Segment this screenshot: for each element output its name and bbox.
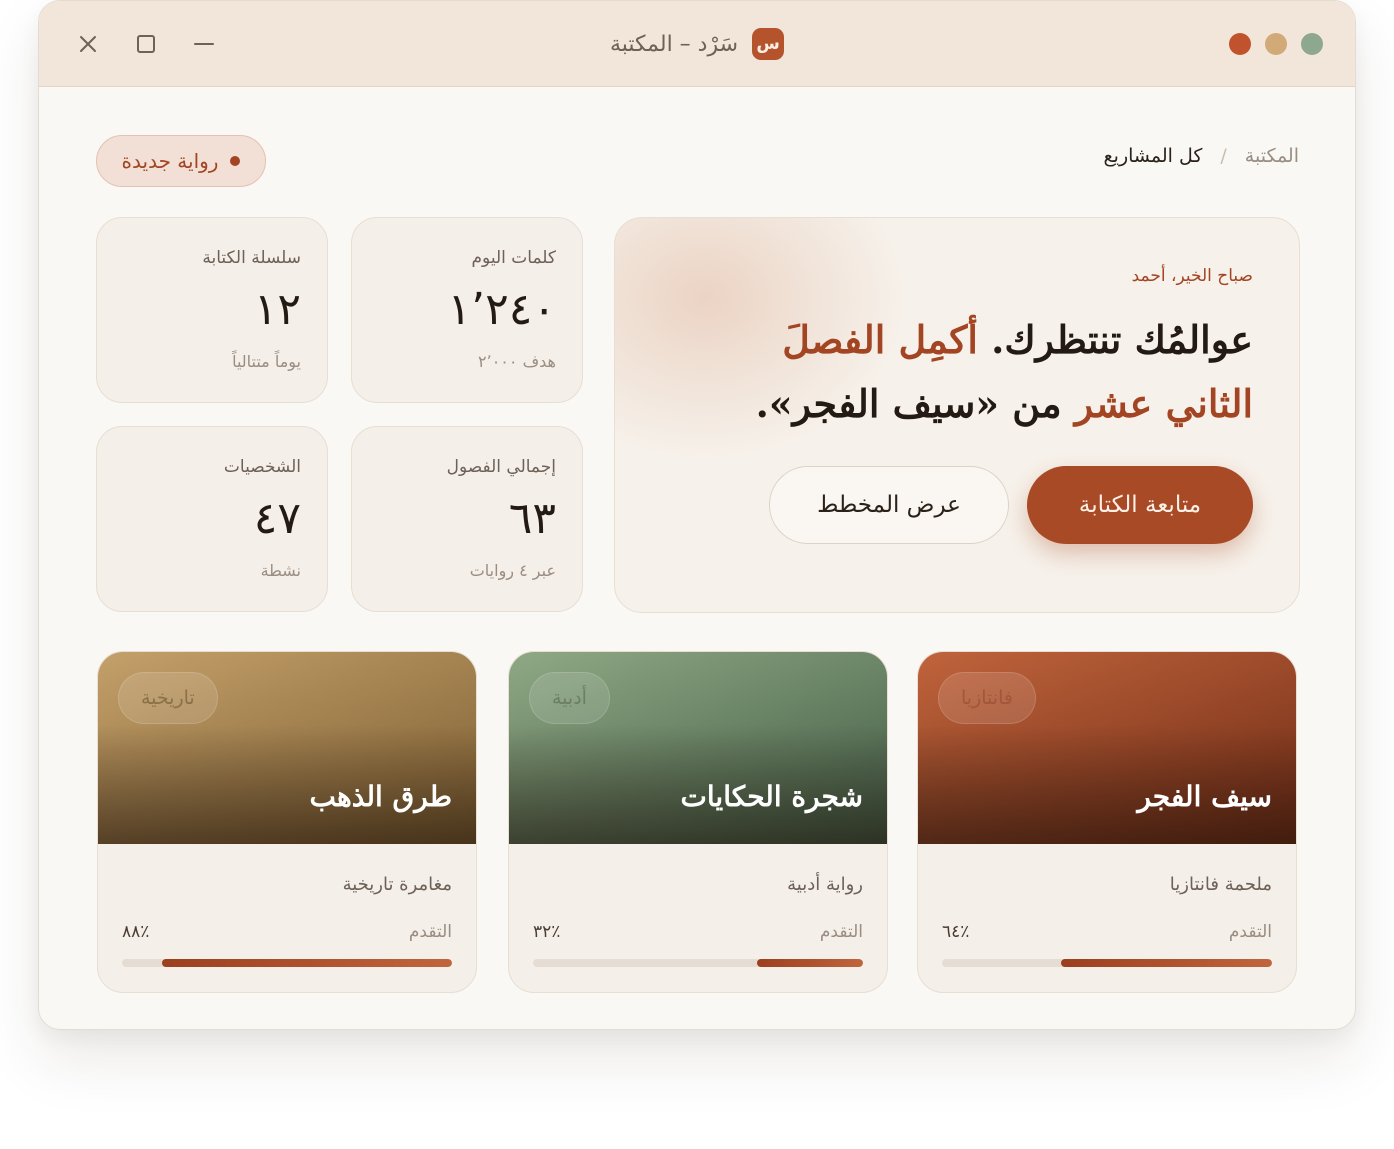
stat-label: الشخصيات — [223, 457, 301, 477]
stat-sub: عبر ٤ روايات — [469, 561, 556, 580]
book-card-gold-roads[interactable]: تاريخية طرق الذهب مغامرة تاريخية التقدم … — [97, 651, 477, 993]
progress-fill — [1060, 959, 1272, 967]
progress-percent: ٪٦٤ — [942, 922, 970, 942]
hero-headline: عوالمُك تنتظرك. أكمِل الفصلَ الثاني عشر … — [693, 308, 1253, 436]
headline-part-1: عوالمُك تنتظرك. — [977, 317, 1253, 362]
stat-card-characters: الشخصيات ٤٧ نشطة — [96, 426, 328, 612]
progress-bar — [533, 959, 863, 967]
stat-card-chapters: إجمالي الفصول ٦٣ عبر ٤ روايات — [351, 426, 583, 612]
app-logo: س — [752, 28, 785, 60]
stat-value: ١٢ — [253, 284, 301, 335]
progress-bar — [122, 959, 452, 967]
stat-label: كلمات اليوم — [471, 248, 556, 268]
book-title: طرق الذهب — [309, 780, 452, 813]
stat-label: إجمالي الفصول — [446, 457, 556, 477]
stat-sub: يوماً متتالياً — [232, 352, 301, 371]
app-window: س سَرْد – المكتبة المكتبة / كل المشاريع … — [38, 0, 1356, 1030]
hero-card: صباح الخير، أحمد عوالمُك تنتظرك. أكمِل ا… — [614, 217, 1300, 613]
window-dots — [1229, 33, 1323, 55]
continue-writing-button[interactable]: متابعة الكتابة — [1027, 466, 1253, 544]
stat-label: سلسلة الكتابة — [202, 248, 301, 268]
breadcrumb-separator: / — [1220, 145, 1227, 167]
window-dot-green[interactable] — [1301, 33, 1323, 55]
book-subtitle: مغامرة تاريخية — [342, 874, 452, 895]
stat-sub: هدف ٢٬٠٠٠ — [478, 352, 556, 371]
new-dot-icon — [230, 156, 241, 166]
title-bar: س سَرْد – المكتبة — [39, 1, 1355, 87]
window-title: س سَرْد – المكتبة — [39, 1, 1355, 87]
stat-value: ٦٣ — [508, 493, 556, 544]
new-novel-button[interactable]: رواية جديدة — [96, 135, 266, 187]
book-card-dawn-sword[interactable]: فانتازيا سيف الفجر ملحمة فانتازيا التقدم… — [917, 651, 1297, 993]
headline-part-2: من «سيف الفجر». — [755, 381, 1075, 426]
progress-label: التقدم — [1228, 922, 1272, 942]
stat-value: ١٬٢٤٠ — [447, 284, 556, 335]
window-title-text: سَرْد – المكتبة — [609, 31, 739, 57]
progress-fill — [757, 959, 863, 967]
progress-label: التقدم — [819, 922, 863, 942]
book-subtitle: رواية أدبية — [787, 874, 863, 895]
stat-sub: نشطة — [260, 561, 301, 580]
progress-fill — [161, 959, 452, 967]
progress-percent: ٪٨٨ — [122, 922, 150, 942]
progress-label: التقدم — [408, 922, 452, 942]
book-card-tales-tree[interactable]: أدبية شجرة الحكايات رواية أدبية التقدم ٪… — [508, 651, 888, 993]
progress-percent: ٪٣٢ — [533, 922, 561, 942]
stat-card-streak: سلسلة الكتابة ١٢ يوماً متتالياً — [96, 217, 328, 403]
view-outline-button[interactable]: عرض المخطط — [769, 466, 1009, 544]
breadcrumb-root[interactable]: المكتبة — [1245, 145, 1299, 167]
window-dot-yellow[interactable] — [1265, 33, 1287, 55]
book-title: سيف الفجر — [1137, 780, 1272, 813]
book-title: شجرة الحكايات — [680, 780, 863, 813]
genre-badge: تاريخية — [118, 672, 218, 724]
breadcrumb: المكتبة / كل المشاريع — [1104, 145, 1299, 167]
breadcrumb-current: كل المشاريع — [1103, 145, 1203, 167]
stat-value: ٤٧ — [253, 493, 301, 544]
genre-badge: فانتازيا — [938, 672, 1036, 724]
progress-bar — [942, 959, 1272, 967]
new-novel-label: رواية جديدة — [121, 149, 219, 173]
genre-badge: أدبية — [529, 672, 610, 724]
book-subtitle: ملحمة فانتازيا — [1169, 874, 1272, 895]
greeting: صباح الخير، أحمد — [1131, 266, 1253, 286]
window-dot-red[interactable] — [1229, 33, 1251, 55]
stat-card-words-today: كلمات اليوم ١٬٢٤٠ هدف ٢٬٠٠٠ — [351, 217, 583, 403]
